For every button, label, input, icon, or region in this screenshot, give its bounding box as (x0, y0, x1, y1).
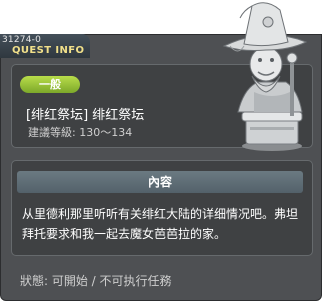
witch-statue-icon (222, 2, 308, 151)
content-header: 內容 (17, 171, 303, 193)
recommended-level: 建議等級: 130～134 (28, 126, 133, 139)
quest-id: 31274-0 (2, 35, 42, 45)
quest-name: [绯红祭坛] 绯红祭坛 (26, 108, 145, 123)
quest-type-badge: 一般 (20, 76, 80, 93)
quest-description: 从里德利那里听听有关绯红大陆的详细情况吧。弗坦拜托要求和我一起去魔女芭芭拉的家。 (22, 207, 299, 241)
quest-status: 狀態: 可開始 / 不可执行任務 (20, 274, 172, 288)
window-title: QUEST INFO (12, 45, 85, 56)
